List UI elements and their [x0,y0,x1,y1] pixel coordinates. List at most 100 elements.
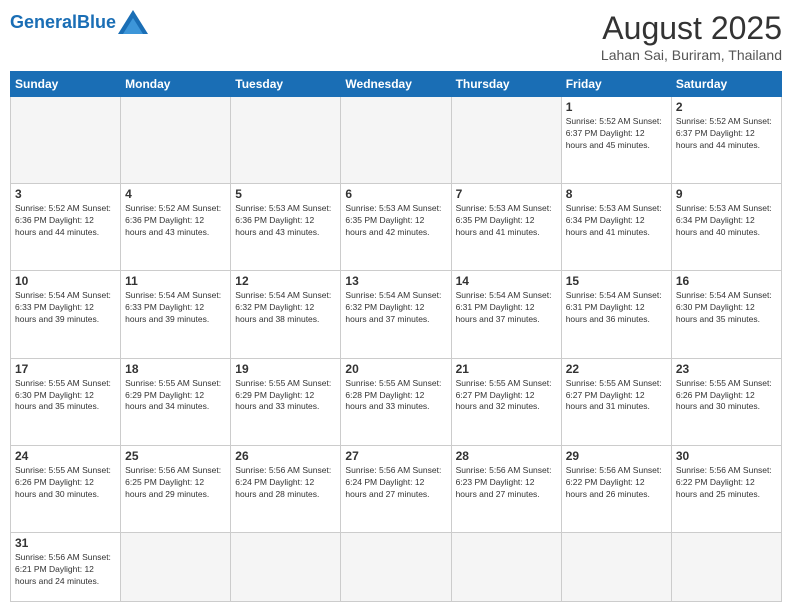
calendar-cell: 7 Sunrise: 5:53 AM Sunset: 6:35 PM Daylig… [451,184,561,271]
calendar-cell: 26 Sunrise: 5:56 AM Sunset: 6:24 PM Dayli… [231,445,341,532]
calendar-table: Sunday Monday Tuesday Wednesday Thursday… [10,71,782,602]
day-number: 11 [125,274,226,288]
calendar-cell: 14 Sunrise: 5:54 AM Sunset: 6:31 PM Dayli… [451,271,561,358]
day-info: Sunrise: 5:55 AM Sunset: 6:26 PM Dayligh… [676,378,777,414]
month-title: August 2025 [601,10,782,47]
col-wednesday: Wednesday [341,72,451,97]
calendar-cell: 25Sunrise: 5:56 AM Sunset: 6:25 PM Dayli… [121,445,231,532]
calendar-cell: 13 Sunrise: 5:54 AM Sunset: 6:32 PM Dayli… [341,271,451,358]
calendar-cell [231,533,341,602]
calendar-cell [451,533,561,602]
calendar-cell [341,533,451,602]
calendar-cell: 12 Sunrise: 5:54 AM Sunset: 6:32 PM Dayli… [231,271,341,358]
day-number: 29 [566,449,667,463]
day-number: 16 [676,274,777,288]
day-info: Sunrise: 5:53 AM Sunset: 6:35 PM Dayligh… [456,203,557,239]
calendar-cell: 18Sunrise: 5:55 AM Sunset: 6:29 PM Dayli… [121,358,231,445]
calendar-cell: 23 Sunrise: 5:55 AM Sunset: 6:26 PM Dayli… [671,358,781,445]
calendar-cell: 31Sunrise: 5:56 AM Sunset: 6:21 PM Dayli… [11,533,121,602]
calendar-cell: 20 Sunrise: 5:55 AM Sunset: 6:28 PM Dayli… [341,358,451,445]
calendar-cell: 15Sunrise: 5:54 AM Sunset: 6:31 PM Dayli… [561,271,671,358]
day-info: Sunrise: 5:54 AM Sunset: 6:33 PM Dayligh… [125,290,226,326]
day-info: Sunrise: 5:53 AM Sunset: 6:35 PM Dayligh… [345,203,446,239]
logo-general: General [10,12,77,32]
col-tuesday: Tuesday [231,72,341,97]
day-number: 14 [456,274,557,288]
col-saturday: Saturday [671,72,781,97]
calendar-cell: 24Sunrise: 5:55 AM Sunset: 6:26 PM Dayli… [11,445,121,532]
day-info: Sunrise: 5:52 AM Sunset: 6:36 PM Dayligh… [15,203,116,239]
day-number: 30 [676,449,777,463]
calendar-cell [11,97,121,184]
day-info: Sunrise: 5:55 AM Sunset: 6:27 PM Dayligh… [566,378,667,414]
header: GeneralBlue August 2025 Lahan Sai, Burir… [10,10,782,63]
day-info: Sunrise: 5:53 AM Sunset: 6:34 PM Dayligh… [676,203,777,239]
day-number: 24 [15,449,116,463]
calendar-cell: 4 Sunrise: 5:52 AM Sunset: 6:36 PM Daylig… [121,184,231,271]
calendar-cell: 22 Sunrise: 5:55 AM Sunset: 6:27 PM Dayli… [561,358,671,445]
day-number: 12 [235,274,336,288]
calendar-cell: 16 Sunrise: 5:54 AM Sunset: 6:30 PM Dayli… [671,271,781,358]
day-info: Sunrise: 5:54 AM Sunset: 6:32 PM Dayligh… [345,290,446,326]
day-number: 26 [235,449,336,463]
day-number: 21 [456,362,557,376]
day-info: Sunrise: 5:55 AM Sunset: 6:29 PM Dayligh… [125,378,226,414]
col-sunday: Sunday [11,72,121,97]
day-number: 28 [456,449,557,463]
calendar-cell [231,97,341,184]
day-info: Sunrise: 5:54 AM Sunset: 6:31 PM Dayligh… [566,290,667,326]
calendar-cell [121,533,231,602]
day-number: 5 [235,187,336,201]
day-info: Sunrise: 5:56 AM Sunset: 6:22 PM Dayligh… [676,465,777,501]
day-info: Sunrise: 5:55 AM Sunset: 6:30 PM Dayligh… [15,378,116,414]
day-number: 4 [125,187,226,201]
calendar-cell: 1Sunrise: 5:52 AM Sunset: 6:37 PM Daylig… [561,97,671,184]
calendar-cell: 30 Sunrise: 5:56 AM Sunset: 6:22 PM Dayli… [671,445,781,532]
day-info: Sunrise: 5:52 AM Sunset: 6:37 PM Dayligh… [676,116,777,152]
day-info: Sunrise: 5:55 AM Sunset: 6:27 PM Dayligh… [456,378,557,414]
day-info: Sunrise: 5:54 AM Sunset: 6:31 PM Dayligh… [456,290,557,326]
day-info: Sunrise: 5:54 AM Sunset: 6:32 PM Dayligh… [235,290,336,326]
day-number: 3 [15,187,116,201]
day-info: Sunrise: 5:56 AM Sunset: 6:23 PM Dayligh… [456,465,557,501]
day-info: Sunrise: 5:56 AM Sunset: 6:22 PM Dayligh… [566,465,667,501]
day-info: Sunrise: 5:53 AM Sunset: 6:36 PM Dayligh… [235,203,336,239]
calendar-cell: 3 Sunrise: 5:52 AM Sunset: 6:36 PM Daylig… [11,184,121,271]
day-number: 7 [456,187,557,201]
day-number: 13 [345,274,446,288]
calendar-cell [341,97,451,184]
day-number: 8 [566,187,667,201]
day-info: Sunrise: 5:54 AM Sunset: 6:30 PM Dayligh… [676,290,777,326]
calendar-cell: 21 Sunrise: 5:55 AM Sunset: 6:27 PM Dayli… [451,358,561,445]
col-friday: Friday [561,72,671,97]
day-info: Sunrise: 5:55 AM Sunset: 6:28 PM Dayligh… [345,378,446,414]
day-info: Sunrise: 5:55 AM Sunset: 6:29 PM Dayligh… [235,378,336,414]
day-number: 31 [15,536,116,550]
calendar-cell [671,533,781,602]
calendar-cell: 5 Sunrise: 5:53 AM Sunset: 6:36 PM Daylig… [231,184,341,271]
logo: GeneralBlue [10,10,148,34]
calendar-cell [561,533,671,602]
calendar-cell: 6 Sunrise: 5:53 AM Sunset: 6:35 PM Daylig… [341,184,451,271]
calendar-cell: 10Sunrise: 5:54 AM Sunset: 6:33 PM Dayli… [11,271,121,358]
calendar-cell [451,97,561,184]
day-number: 20 [345,362,446,376]
calendar-cell: 8Sunrise: 5:53 AM Sunset: 6:34 PM Daylig… [561,184,671,271]
calendar-cell: 29 Sunrise: 5:56 AM Sunset: 6:22 PM Dayli… [561,445,671,532]
calendar-cell: 11 Sunrise: 5:54 AM Sunset: 6:33 PM Dayli… [121,271,231,358]
day-number: 22 [566,362,667,376]
calendar-header-row: Sunday Monday Tuesday Wednesday Thursday… [11,72,782,97]
calendar-cell: 9Sunrise: 5:53 AM Sunset: 6:34 PM Daylig… [671,184,781,271]
calendar-cell [121,97,231,184]
col-thursday: Thursday [451,72,561,97]
day-info: Sunrise: 5:54 AM Sunset: 6:33 PM Dayligh… [15,290,116,326]
day-info: Sunrise: 5:56 AM Sunset: 6:25 PM Dayligh… [125,465,226,501]
day-number: 19 [235,362,336,376]
day-number: 6 [345,187,446,201]
day-info: Sunrise: 5:52 AM Sunset: 6:36 PM Dayligh… [125,203,226,239]
day-info: Sunrise: 5:56 AM Sunset: 6:24 PM Dayligh… [235,465,336,501]
day-info: Sunrise: 5:52 AM Sunset: 6:37 PM Dayligh… [566,116,667,152]
calendar-cell: 2 Sunrise: 5:52 AM Sunset: 6:37 PM Daylig… [671,97,781,184]
day-number: 2 [676,100,777,114]
day-number: 23 [676,362,777,376]
